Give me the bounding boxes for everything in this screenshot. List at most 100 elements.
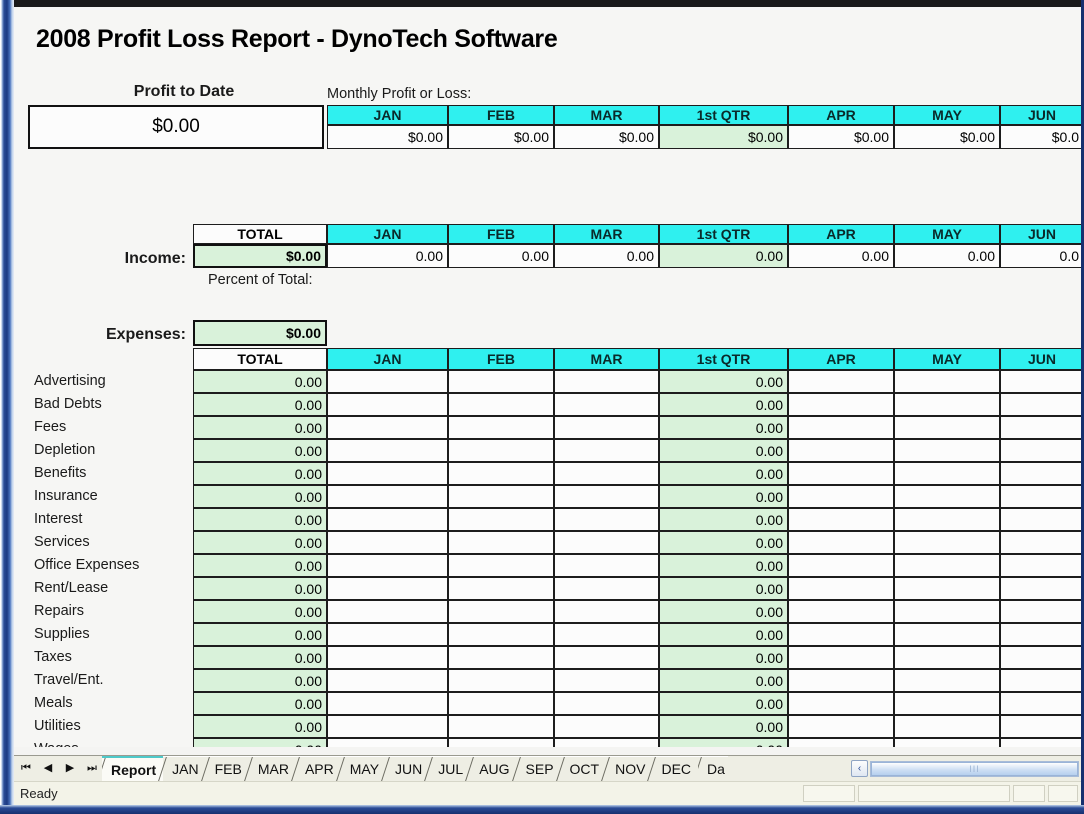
- expense-cell-may[interactable]: [894, 692, 1000, 715]
- sheet-tab-oct[interactable]: OCT: [560, 756, 607, 781]
- income-value-jan[interactable]: 0.00: [327, 244, 448, 268]
- expense-cell-q1[interactable]: 0.00: [659, 692, 788, 715]
- expense-cell-feb[interactable]: [448, 531, 554, 554]
- expense-cell-feb[interactable]: [448, 393, 554, 416]
- sheet-tab-aug[interactable]: AUG: [470, 756, 517, 781]
- expense-cell-may[interactable]: [894, 577, 1000, 600]
- sheet-tab-nov[interactable]: NOV: [606, 756, 653, 781]
- sheet-nav-buttons[interactable]: ⏮ ◀ ▶ ⏭: [14, 756, 102, 781]
- expense-cell-apr[interactable]: [788, 600, 894, 623]
- first-sheet-icon[interactable]: ⏮: [20, 763, 32, 774]
- expense-cell-feb[interactable]: [448, 692, 554, 715]
- sheet-tab-bar[interactable]: ⏮ ◀ ▶ ⏭ Report JAN FEB MAR APR MAY JUN JUL AUG SE…: [14, 755, 1081, 781]
- sheet-tab-jan[interactable]: JAN: [163, 756, 206, 781]
- expense-cell-feb[interactable]: [448, 646, 554, 669]
- sheet-tab-apr[interactable]: APR: [295, 756, 341, 781]
- income-value-mar[interactable]: 0.00: [554, 244, 659, 268]
- expense-cell-jun[interactable]: [1000, 508, 1084, 531]
- expense-total-value[interactable]: 0.00: [193, 370, 327, 393]
- sheet-tab-sep[interactable]: SEP: [516, 756, 561, 781]
- monthly-profit-value-jun[interactable]: $0.0: [1000, 125, 1084, 149]
- expense-cell-jan[interactable]: [327, 393, 448, 416]
- monthly-profit-value-apr[interactable]: $0.00: [788, 125, 894, 149]
- expense-cell-q1[interactable]: 0.00: [659, 623, 788, 646]
- expense-cell-mar[interactable]: [554, 577, 659, 600]
- expense-cell-feb[interactable]: [448, 485, 554, 508]
- expense-cell-mar[interactable]: [554, 462, 659, 485]
- monthly-profit-value-may[interactable]: $0.00: [894, 125, 1000, 149]
- expense-cell-jun[interactable]: [1000, 416, 1084, 439]
- expense-cell-jan[interactable]: [327, 508, 448, 531]
- expense-cell-feb[interactable]: [448, 462, 554, 485]
- worksheet-canvas[interactable]: 2008 Profit Loss Report - DynoTech Softw…: [14, 7, 1084, 747]
- expense-total-value[interactable]: 0.00: [193, 393, 327, 416]
- expense-cell-jun[interactable]: [1000, 623, 1084, 646]
- expense-cell-may[interactable]: [894, 531, 1000, 554]
- expense-cell-jan[interactable]: [327, 738, 448, 747]
- expense-cell-apr[interactable]: [788, 508, 894, 531]
- expense-cell-q1[interactable]: 0.00: [659, 508, 788, 531]
- expense-cell-feb[interactable]: [448, 508, 554, 531]
- expense-total-value[interactable]: 0.00: [193, 531, 327, 554]
- expense-cell-mar[interactable]: [554, 600, 659, 623]
- expense-cell-jun[interactable]: [1000, 370, 1084, 393]
- monthly-profit-value-mar[interactable]: $0.00: [554, 125, 659, 149]
- expense-cell-mar[interactable]: [554, 669, 659, 692]
- expense-cell-apr[interactable]: [788, 646, 894, 669]
- expense-cell-jan[interactable]: [327, 692, 448, 715]
- monthly-profit-value-feb[interactable]: $0.00: [448, 125, 554, 149]
- expense-cell-jun[interactable]: [1000, 393, 1084, 416]
- expense-cell-jun[interactable]: [1000, 669, 1084, 692]
- expense-cell-feb[interactable]: [448, 600, 554, 623]
- expense-cell-apr[interactable]: [788, 370, 894, 393]
- next-sheet-icon[interactable]: ▶: [64, 763, 76, 774]
- expense-cell-jun[interactable]: [1000, 485, 1084, 508]
- expense-cell-q1[interactable]: 0.00: [659, 715, 788, 738]
- expense-cell-apr[interactable]: [788, 692, 894, 715]
- expense-cell-feb[interactable]: [448, 623, 554, 646]
- expense-cell-jan[interactable]: [327, 623, 448, 646]
- sheet-tab-da[interactable]: Da: [698, 756, 729, 781]
- expense-cell-q1[interactable]: 0.00: [659, 600, 788, 623]
- expense-cell-apr[interactable]: [788, 669, 894, 692]
- expense-total-value[interactable]: 0.00: [193, 715, 327, 738]
- expense-cell-apr[interactable]: [788, 715, 894, 738]
- prev-sheet-icon[interactable]: ◀: [42, 763, 54, 774]
- expense-cell-mar[interactable]: [554, 531, 659, 554]
- expense-cell-may[interactable]: [894, 462, 1000, 485]
- expense-cell-may[interactable]: [894, 416, 1000, 439]
- expense-cell-q1[interactable]: 0.00: [659, 554, 788, 577]
- expense-cell-may[interactable]: [894, 439, 1000, 462]
- expense-cell-feb[interactable]: [448, 738, 554, 747]
- expense-cell-feb[interactable]: [448, 577, 554, 600]
- expense-cell-apr[interactable]: [788, 485, 894, 508]
- expense-cell-jan[interactable]: [327, 715, 448, 738]
- expense-cell-apr[interactable]: [788, 531, 894, 554]
- expense-cell-jan[interactable]: [327, 577, 448, 600]
- expense-cell-jun[interactable]: [1000, 531, 1084, 554]
- expense-total-value[interactable]: 0.00: [193, 508, 327, 531]
- expense-cell-apr[interactable]: [788, 393, 894, 416]
- last-sheet-icon[interactable]: ⏭: [86, 763, 98, 774]
- expense-cell-mar[interactable]: [554, 370, 659, 393]
- expense-cell-apr[interactable]: [788, 738, 894, 747]
- expense-total-value[interactable]: 0.00: [193, 646, 327, 669]
- expense-cell-may[interactable]: [894, 508, 1000, 531]
- expense-cell-mar[interactable]: [554, 393, 659, 416]
- expense-cell-jan[interactable]: [327, 485, 448, 508]
- expense-cell-mar[interactable]: [554, 485, 659, 508]
- monthly-profit-value-q1[interactable]: $0.00: [659, 125, 788, 149]
- expense-cell-jun[interactable]: [1000, 462, 1084, 485]
- expense-cell-feb[interactable]: [448, 439, 554, 462]
- expense-cell-q1[interactable]: 0.00: [659, 577, 788, 600]
- expense-total-value[interactable]: 0.00: [193, 669, 327, 692]
- expense-cell-jun[interactable]: [1000, 646, 1084, 669]
- expense-cell-jun[interactable]: [1000, 738, 1084, 747]
- expense-cell-may[interactable]: [894, 600, 1000, 623]
- expense-cell-q1[interactable]: 0.00: [659, 646, 788, 669]
- expense-cell-jan[interactable]: [327, 416, 448, 439]
- expense-total-value[interactable]: 0.00: [193, 485, 327, 508]
- horizontal-scrollbar[interactable]: ‹ III: [849, 756, 1081, 781]
- expense-cell-apr[interactable]: [788, 416, 894, 439]
- expense-cell-mar[interactable]: [554, 646, 659, 669]
